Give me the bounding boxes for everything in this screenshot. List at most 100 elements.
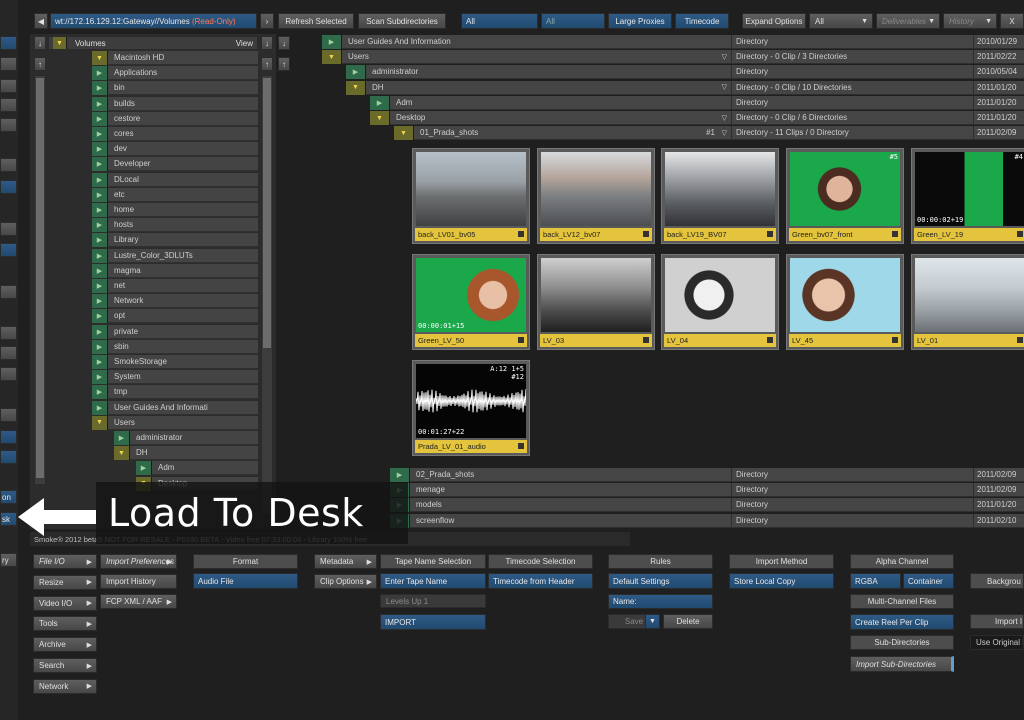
directory-row[interactable]: ▶modelsDirectory2011/01/20 [390,498,1024,513]
triangle-right-icon[interactable]: ▶ [92,66,108,81]
triangle-right-icon[interactable]: ▶ [92,111,108,126]
side-menu-button[interactable]: Tools ▶ [33,616,97,632]
clip-select-icon[interactable] [767,231,773,237]
tree-scrollbar-right[interactable] [261,75,273,515]
triangle-right-icon[interactable]: ▶ [92,294,108,309]
clip-select-icon[interactable] [518,231,524,237]
browser-up-button[interactable]: ↑ [278,57,290,71]
clip-thumbnail[interactable]: 00:00:01+15 Green_LV_50 [412,254,530,350]
triangle-down-icon[interactable]: ▼ [370,111,390,125]
fcp-xml-aaf-button[interactable]: FCP XML / AAF ▶ [100,594,177,609]
tree-item[interactable]: ▶ private [92,324,258,339]
refresh-selected-button[interactable]: Refresh Selected [278,13,354,29]
tree-item[interactable]: ▶ DLocal [92,172,258,187]
clip-thumbnail[interactable]: #5 Green_bv07_front [786,148,904,244]
path-dropdown[interactable]: › [260,13,274,29]
triangle-right-icon[interactable]: ▶ [92,172,108,187]
triangle-down-icon[interactable]: ▼ [92,51,108,65]
triangle-right-icon[interactable]: ▶ [92,279,108,293]
import-button[interactable]: IMPORT [380,614,486,630]
tree-item[interactable]: ▶ dev [92,142,258,157]
clip-thumbnail[interactable]: 00:01:27+22 A:12 1+5 #12 Prada_LV_01_audio [412,360,530,456]
tree-item[interactable]: ▶ opt [92,309,258,324]
side-menu-button[interactable]: Archive ▶ [33,637,97,653]
triangle-right-icon[interactable]: ▶ [92,370,108,385]
triangle-right-icon[interactable]: ▶ [92,127,108,141]
triangle-right-icon[interactable]: ▶ [92,355,108,369]
triangle-right-icon[interactable]: ▶ [92,263,108,278]
tree-scrollbar-right-thumb[interactable] [263,78,271,348]
triangle-right-icon[interactable]: ▶ [92,142,108,157]
rule-name-field[interactable]: Name: [608,594,713,609]
tree-item[interactable]: ▶ etc [92,187,258,202]
left-edge-button-12[interactable] [0,346,17,360]
clip-options-button[interactable]: Clip Options ▶ [314,574,377,589]
clip-thumbnail[interactable]: back_LV19_BV07 [661,148,779,244]
tree-item[interactable]: ▶ Developer [92,157,258,172]
directory-row[interactable]: ▼ DH ▽ Directory - 0 Clip / 10 Directories 2… [346,80,1024,95]
directory-row[interactable]: ▶ administrator Directory 2010/05/04 [346,65,1024,80]
expand-options-button[interactable]: Expand Options [742,13,806,29]
tree-right-collapse-button[interactable]: ↓ [261,36,273,50]
clip-thumbnail[interactable]: LV_04 [661,254,779,350]
tree-item[interactable]: ▶ cores [92,127,258,141]
deliverables-dropdown[interactable]: Deliverables ▼ [876,13,940,29]
left-edge-button-sk[interactable]: sk [0,512,17,526]
left-edge-button-14[interactable] [0,408,17,422]
tree-item[interactable]: ▶ System [92,370,258,385]
triangle-right-icon[interactable]: ▶ [92,339,108,354]
left-edge-button-5[interactable] [0,118,17,132]
clip-select-icon[interactable] [1017,231,1023,237]
create-reel-per-clip-dropdown[interactable]: Create Reel Per Clip [850,614,954,630]
left-edge-button-4[interactable] [0,98,17,112]
triangle-right-icon[interactable]: ▶ [92,218,108,233]
side-menu-button[interactable]: Network ▶ [33,678,97,694]
left-edge-button-11[interactable] [0,326,17,340]
clip-thumbnail[interactable]: LV_03 [537,254,655,350]
default-settings-dropdown[interactable]: Default Settings [608,573,713,589]
tree-collapse-button[interactable]: ↓ [34,36,46,50]
side-menu-button[interactable]: Resize ▶ [33,574,97,590]
triangle-right-icon[interactable]: ▶ [346,65,366,80]
tree-item[interactable]: ▶ sbin [92,339,258,354]
left-edge-button-ry[interactable]: ry [0,553,17,567]
import-sub-directories-toggle[interactable]: Import Sub-Directories [850,656,954,672]
triangle-right-icon[interactable]: ▶ [370,95,390,110]
tree-item[interactable]: ▶ Library [92,233,258,248]
tree-item[interactable]: ▶ SmokeStorage [92,355,258,369]
clip-thumbnail[interactable]: LV_01 [911,254,1024,350]
tree-item[interactable]: ▶ tmp [92,385,258,400]
tree-item[interactable]: ▶ bin [92,81,258,96]
clip-select-icon[interactable] [767,337,773,343]
clip-thumbnail[interactable]: 00:00:02+19 #4 Green_LV_19 [911,148,1024,244]
timecode-button[interactable]: Timecode [675,13,729,29]
path-field[interactable]: wt://172.16.129.12:Gateway//Volumes (Rea… [50,13,257,29]
tree-item[interactable]: ▼ Users [92,415,258,430]
triangle-right-icon[interactable]: ▶ [136,461,152,476]
container-button[interactable]: Container [903,573,954,589]
triangle-down-icon[interactable]: ▼ [114,446,130,461]
clip-thumbnail[interactable]: LV_45 [786,254,904,350]
left-edge-button-8[interactable] [0,222,17,236]
audio-file-dropdown[interactable]: Audio File [193,573,298,589]
left-edge-button-16[interactable] [0,450,17,464]
triangle-right-icon[interactable]: ▶ [114,431,130,445]
tree-scrollbar-left-thumb[interactable] [36,78,44,478]
tree-item[interactable]: ▶ cestore [92,111,258,126]
clip-select-icon[interactable] [892,231,898,237]
nav-left-arrow[interactable]: ◀ [34,13,48,29]
triangle-down-icon[interactable]: ▼ [322,50,342,65]
import-history-button[interactable]: Import History [100,574,177,589]
left-edge-button-3[interactable] [0,79,17,93]
left-edge-button-15[interactable] [0,430,17,444]
tree-item[interactable]: ▶ net [92,279,258,293]
tree-up-button[interactable]: ↑ [34,57,46,71]
metadata-button[interactable]: Metadata ▶ [314,554,377,569]
tree-scrollbar-left[interactable] [34,75,46,485]
triangle-right-icon[interactable]: ▶ [92,96,108,111]
scan-subdirectories-button[interactable]: Scan Subdirectories [358,13,446,29]
expand-value-dropdown[interactable]: All ▼ [809,13,873,29]
tree-item[interactable]: ▶ Applications [92,66,258,81]
tree-view-label[interactable]: View [236,39,253,48]
triangle-down-icon[interactable]: ▼ [394,126,414,141]
